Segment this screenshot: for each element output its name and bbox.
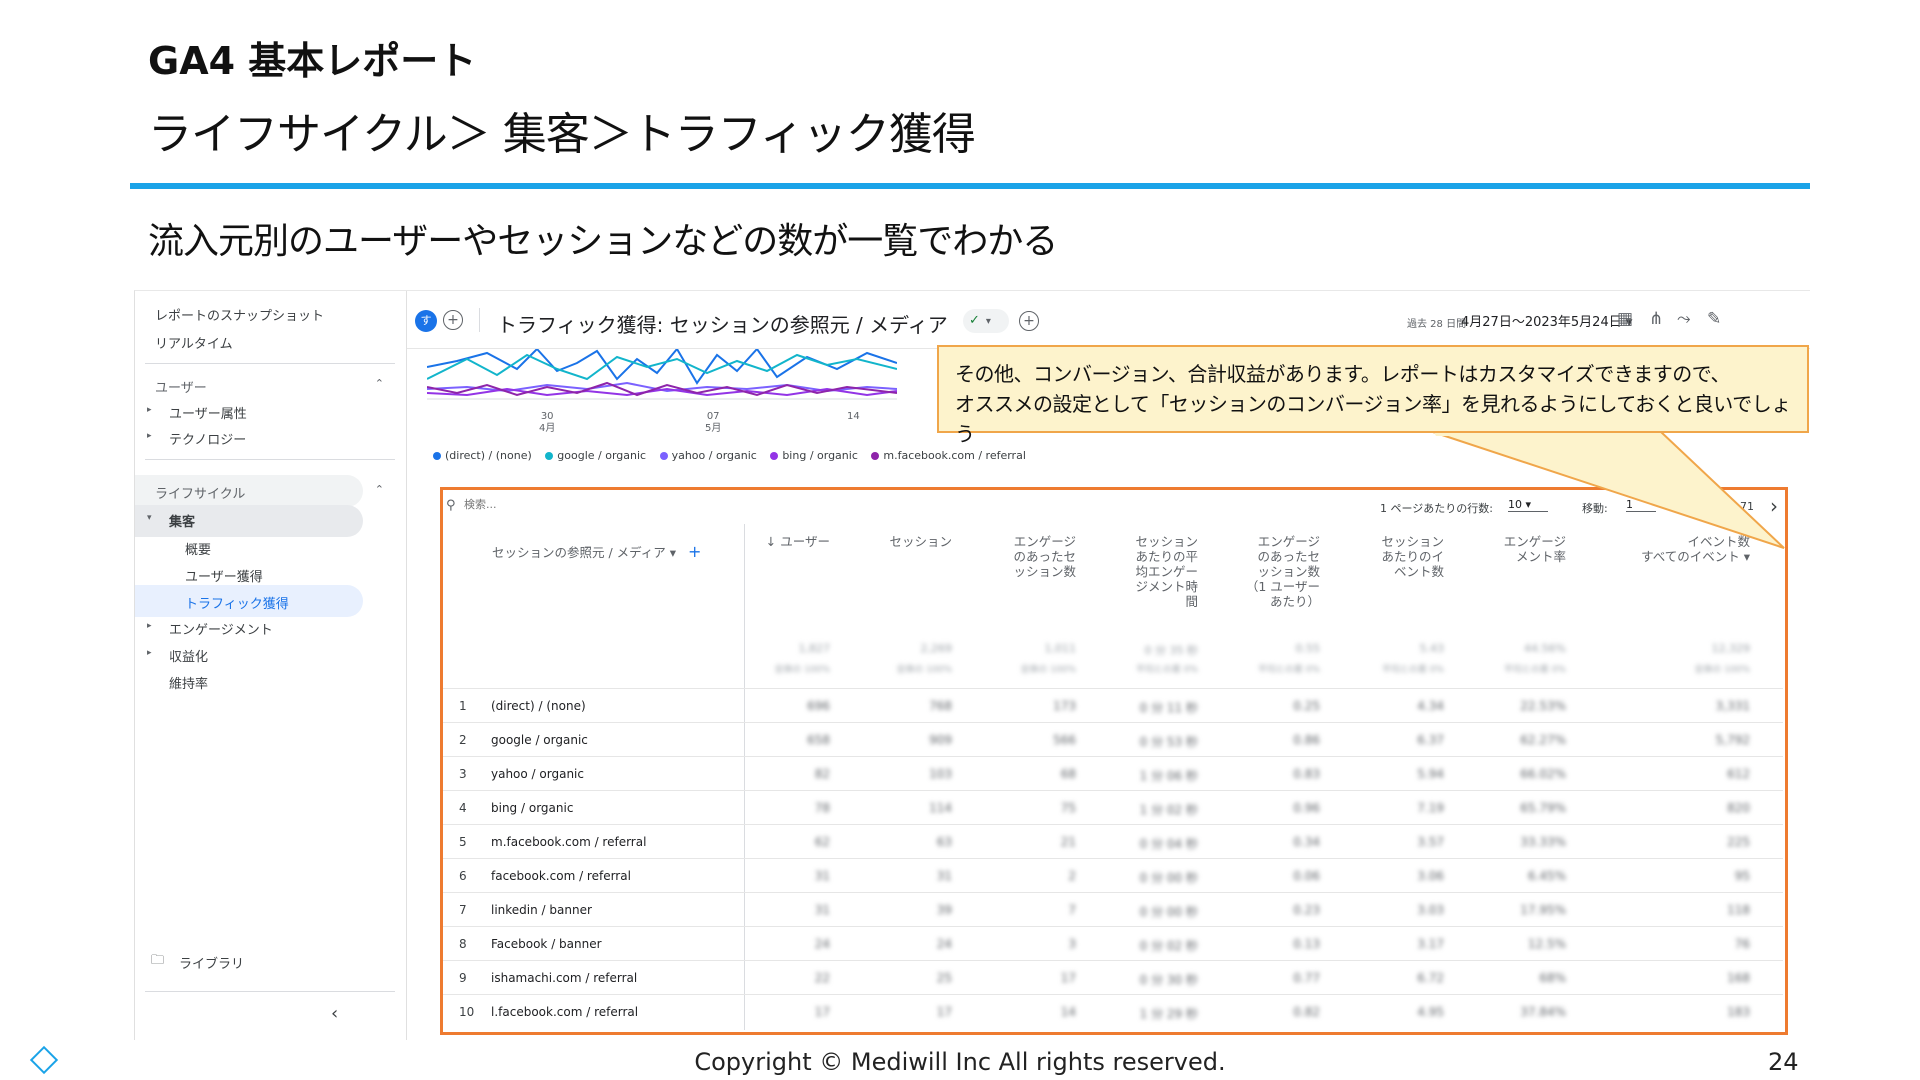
edit-pencil-icon[interactable]: ✎ [1707,309,1721,329]
legend-item[interactable]: m.facebook.com / referral [871,449,1026,462]
sidebar-section-user[interactable]: ユーザー [155,377,207,396]
callout-note: その他、コンバージョン、合計収益があります。レポートはカスタマイズできますので、… [937,345,1809,446]
caret-right-icon: ▸ [147,648,152,658]
legend-item[interactable]: bing / organic [770,449,858,462]
slide-subtitle: ライフサイクル＞ 集客＞トラフィック獲得 [148,109,976,160]
insights-icon[interactable]: ⤳ [1677,309,1691,329]
title-rule [130,183,1810,189]
slide-lead: 流入元別のユーザーやセッションなどの数が一覧でわかる [148,221,1058,262]
sidebar-item-technology[interactable]: テクノロジー [169,429,246,448]
date-range-label: 過去 28 日間 [1407,319,1467,330]
add-filter-icon[interactable]: + [1019,311,1039,331]
sidebar-item-retention[interactable]: 維持率 [169,673,208,692]
caret-right-icon: ▸ [147,431,152,441]
page-number: 24 [1768,1048,1799,1076]
sidebar-item-library[interactable]: ライブラリ [179,953,244,972]
sidebar-item-monetization[interactable]: 収益化 [169,646,208,665]
sidebar-item-traffic-acquisition[interactable]: トラフィック獲得 [185,593,289,612]
customize-report-icon[interactable]: ▦ [1617,309,1633,329]
sidebar-divider [145,991,395,992]
sidebar-divider [145,363,395,364]
toolbar-divider [479,308,480,332]
sidebar-item-snapshot[interactable]: レポートのスナップショット [155,305,324,324]
report-title: トラフィック獲得: セッションの参照元 / メディア [497,313,948,337]
callout-line: オススメの設定として「セッションのコンバージョン率」を見れるようにしておくと良い… [955,392,1791,446]
check-circle-icon[interactable]: ✓ ▾ [963,309,1009,333]
caret-right-icon: ▸ [147,405,152,415]
chart-legend: (direct) / (none) google / organic yahoo… [433,449,1036,462]
copyright: Copyright © Mediwill Inc All rights rese… [694,1048,1226,1076]
callout-line: その他、コンバージョン、合計収益があります。レポートはカスタマイズできますので、 [955,362,1731,386]
sidebar-item-realtime[interactable]: リアルタイム [155,333,233,352]
caret-right-icon: ▸ [147,621,152,631]
folder-icon: 🗀 [151,953,165,968]
legend-item[interactable]: yahoo / organic [659,449,757,462]
table-highlight-frame [440,487,1788,1035]
report-topbar: す + トラフィック獲得: セッションの参照元 / メディア ✓ ▾ + 過去 2… [407,291,1810,349]
sidebar-item-user-acquisition[interactable]: ユーザー獲得 [185,566,263,585]
share-icon[interactable]: ⋔ [1649,309,1663,329]
chevron-up-icon[interactable]: ⌃ [375,483,384,496]
sidebar-item-user-attributes[interactable]: ユーザー属性 [169,403,247,422]
add-comparison-icon[interactable]: + [443,310,463,330]
sidebar-item-overview[interactable]: 概要 [185,539,211,558]
caret-down-icon: ▾ [147,513,152,523]
date-range-picker[interactable]: 4月27日〜2023年5月24日 ▾ [1461,311,1632,330]
sidebar-section-lifecycle[interactable]: ライフサイクル [155,483,245,502]
x-tick-label: 07 5月 [705,411,722,434]
series-line-direct [427,349,897,385]
x-tick-label: 14 [847,411,860,422]
chevron-up-icon[interactable]: ⌃ [375,377,384,390]
legend-item[interactable]: (direct) / (none) [433,449,532,462]
date-range-value: 4月27日〜2023年5月24日 [1461,315,1622,330]
x-tick-label: 30 4月 [539,411,556,434]
slide-title: GA4 基本レポート [148,39,477,83]
sidebar-divider [145,459,395,460]
sidebar: レポートのスナップショット リアルタイム ユーザー ⌃ ▸ ユーザー属性 ▸ テ… [135,291,407,1040]
chevron-left-icon[interactable]: ‹ [331,1003,338,1024]
sidebar-item-engagement[interactable]: エンゲージメント [169,619,273,638]
sessions-line-chart [427,349,897,400]
legend-item[interactable]: google / organic [545,449,646,462]
comparison-badge[interactable]: す [415,310,437,332]
sidebar-item-acquisition[interactable]: 集客 [169,511,195,530]
